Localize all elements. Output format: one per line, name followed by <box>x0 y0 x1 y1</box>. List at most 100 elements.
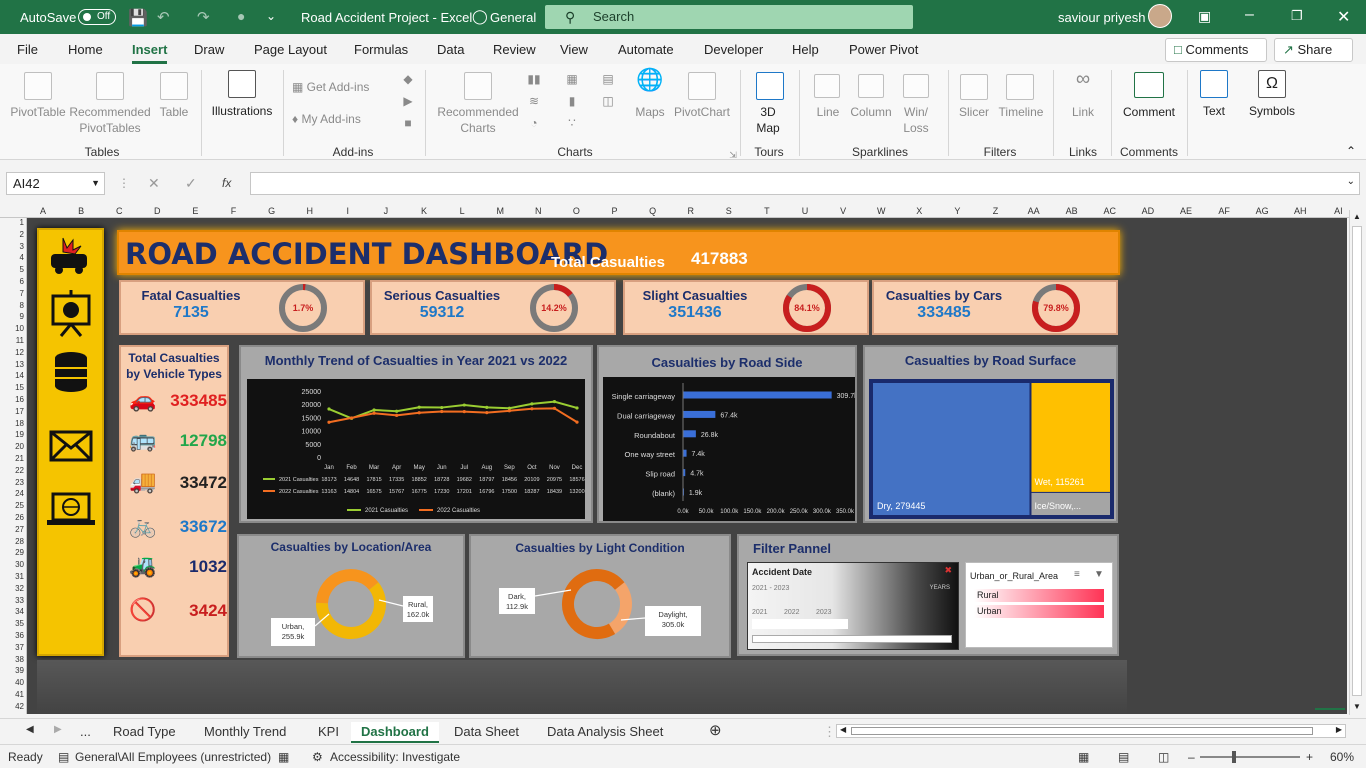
row-header[interactable]: 16 <box>0 395 24 404</box>
zoom-in-icon[interactable]: + <box>1306 750 1313 764</box>
row-header[interactable]: 24 <box>0 489 24 498</box>
scroll-up-icon[interactable]: ▲ <box>1353 212 1361 221</box>
menu-file[interactable]: File <box>17 42 38 57</box>
row-header[interactable]: 4 <box>0 253 24 262</box>
avatar[interactable] <box>1148 4 1172 28</box>
column-header[interactable]: E <box>177 206 213 216</box>
row-header[interactable]: 22 <box>0 466 24 475</box>
link-icon[interactable]: ∞ <box>1068 69 1098 89</box>
slicer-button[interactable]: Slicer <box>954 105 994 120</box>
column-header[interactable]: AE <box>1168 206 1204 216</box>
column-header[interactable]: B <box>63 206 99 216</box>
add-sheet-icon[interactable]: ⊕ <box>709 721 722 739</box>
h-scroll-thumb[interactable] <box>851 727 1313 735</box>
tab-more[interactable]: ... <box>80 724 91 739</box>
row-header[interactable]: 23 <box>0 478 24 487</box>
table-button[interactable]: Table <box>154 105 194 120</box>
page-break-icon[interactable]: ◫ <box>1158 750 1169 764</box>
pie-chart-icon[interactable]: ◔ <box>522 116 546 131</box>
redo-icon[interactable]: ↷ <box>197 8 210 26</box>
horizontal-scrollbar[interactable]: ◀ ▶ <box>836 724 1346 738</box>
menu-view[interactable]: View <box>560 42 588 57</box>
row-header[interactable]: 11 <box>0 336 24 345</box>
row-header[interactable]: 26 <box>0 513 24 522</box>
recommended-pivot-button[interactable]: Recommended <box>68 105 152 120</box>
tab-monthly-trend[interactable]: Monthly Trend <box>204 724 286 739</box>
collapse-ribbon-icon[interactable]: ⌃ <box>1344 144 1358 159</box>
symbols-icon[interactable]: Ω <box>1258 70 1286 98</box>
undo-icon[interactable]: ↶ <box>157 8 170 26</box>
menu-data[interactable]: Data <box>437 42 464 57</box>
column-header[interactable]: P <box>597 206 633 216</box>
timeline-scrollbar[interactable] <box>752 635 952 643</box>
row-header[interactable]: 7 <box>0 289 24 298</box>
clear-filter-icon[interactable]: ▼ <box>1094 569 1104 580</box>
area-option-urban[interactable]: Urban <box>974 605 1104 618</box>
column-header[interactable]: I <box>330 206 366 216</box>
link-button[interactable]: Link <box>1063 105 1103 120</box>
menu-draw[interactable]: Draw <box>194 42 224 57</box>
row-header[interactable]: 33 <box>0 596 24 605</box>
restore-icon[interactable]: ❐ <box>1291 8 1303 24</box>
comment-button[interactable]: Comment <box>1118 105 1180 120</box>
column-header[interactable]: L <box>444 206 480 216</box>
timeline-icon[interactable] <box>1006 74 1034 100</box>
winloss-sparkline-button-line2[interactable]: Loss <box>896 121 936 136</box>
row-header[interactable]: 17 <box>0 407 24 416</box>
column-header[interactable]: U <box>787 206 823 216</box>
column-header[interactable]: Z <box>978 206 1014 216</box>
zoom-level[interactable]: 60% <box>1330 750 1354 764</box>
year-2021[interactable]: 2021 <box>752 609 768 616</box>
column-sparkline-button[interactable]: Column <box>846 105 896 120</box>
tab-next-icon[interactable]: ▶ <box>54 724 62 735</box>
menu-power-pivot[interactable]: Power Pivot <box>849 42 918 57</box>
tab-data-sheet[interactable]: Data Sheet <box>454 724 519 739</box>
comment-icon[interactable] <box>1134 72 1164 98</box>
column-header[interactable]: AG <box>1244 206 1280 216</box>
insert-function-icon[interactable]: fx <box>222 176 231 190</box>
column-header[interactable]: H <box>292 206 328 216</box>
tab-data-analysis-sheet[interactable]: Data Analysis Sheet <box>547 724 663 739</box>
menu-formulas[interactable]: Formulas <box>354 42 408 57</box>
column-header[interactable]: F <box>216 206 252 216</box>
column-header[interactable]: T <box>749 206 785 216</box>
row-header[interactable]: 20 <box>0 442 24 451</box>
row-header[interactable]: 34 <box>0 607 24 616</box>
row-header[interactable]: 29 <box>0 548 24 557</box>
area-option-rural[interactable]: Rural <box>974 589 1104 602</box>
illustrations-button[interactable]: Illustrations <box>206 104 278 119</box>
ribbon-display-icon[interactable]: ▣ <box>1198 8 1211 25</box>
tab-prev-icon[interactable]: ◀ <box>26 724 34 735</box>
waterfall-chart-icon[interactable]: ▤ <box>596 72 620 87</box>
row-header[interactable]: 25 <box>0 501 24 510</box>
column-header[interactable]: AB <box>1054 206 1090 216</box>
pivottable-button[interactable]: PivotTable <box>6 105 70 120</box>
3d-map-button[interactable]: 3D <box>748 105 788 120</box>
multi-select-icon[interactable]: ≡ <box>1074 569 1080 580</box>
recommended-charts-icon[interactable] <box>464 72 492 100</box>
recommended-pivot-button-line2[interactable]: PivotTables <box>68 121 152 136</box>
column-header[interactable]: AD <box>1130 206 1166 216</box>
people-graph-icon[interactable]: ■ <box>400 116 416 131</box>
row-header[interactable]: 12 <box>0 348 24 357</box>
zoom-slider[interactable] <box>1200 751 1300 763</box>
column-header[interactable]: AH <box>1282 206 1318 216</box>
zoom-out-icon[interactable]: – <box>1188 750 1195 764</box>
row-header[interactable]: 38 <box>0 655 24 664</box>
macro-icon[interactable]: ▦ <box>278 750 289 764</box>
slicer-icon[interactable] <box>960 74 988 100</box>
line-sparkline-icon[interactable] <box>814 74 840 98</box>
clear-filter-icon[interactable]: ✖ <box>944 565 952 576</box>
visio-icon[interactable]: ◆ <box>400 72 416 87</box>
row-header[interactable]: 21 <box>0 454 24 463</box>
row-header[interactable]: 27 <box>0 525 24 534</box>
scroll-right-icon[interactable]: ▶ <box>1336 725 1342 734</box>
chevron-down-icon[interactable]: ▼ <box>91 173 100 194</box>
pivotchart-icon[interactable] <box>688 72 716 100</box>
column-header[interactable]: O <box>558 206 594 216</box>
circle-icon[interactable]: ● <box>237 8 245 24</box>
illustrations-icon[interactable] <box>228 70 256 98</box>
column-header[interactable]: G <box>254 206 290 216</box>
menu-automate[interactable]: Automate <box>618 42 674 57</box>
row-header[interactable]: 18 <box>0 419 24 428</box>
